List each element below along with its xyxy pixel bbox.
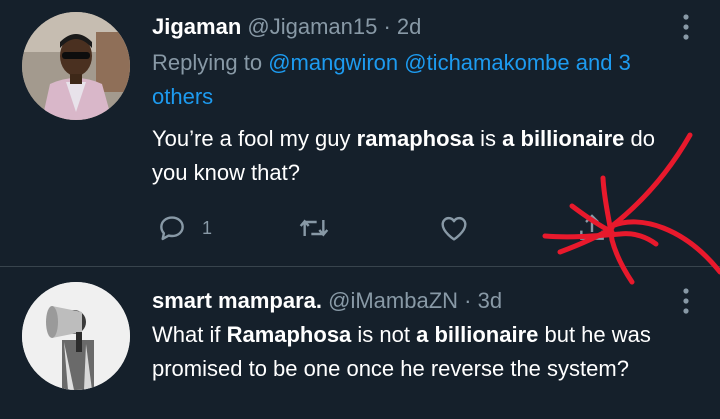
tweet[interactable]: Jigaman @Jigaman15 · 2d Replying to @man… (0, 0, 720, 267)
tweet-text: What if Ramaphosa is not a billionaire b… (152, 318, 690, 386)
retweet-button[interactable] (298, 208, 330, 248)
more-button[interactable] (682, 288, 690, 319)
text-part: What if (152, 322, 227, 347)
tweet-text: You’re a fool my guy ramaphosa is a bill… (152, 122, 690, 190)
reply-button[interactable]: 1 (156, 208, 212, 248)
tweet[interactable]: smart mampara. @iMambaZN · 3d What if Ra… (0, 268, 720, 419)
avatar-photo (22, 282, 130, 390)
share-button[interactable] (576, 208, 608, 248)
text-bold: Ramaphosa (226, 322, 352, 347)
tweet-content: Jigaman @Jigaman15 · 2d Replying to @man… (152, 12, 690, 190)
text-part: is (474, 126, 503, 151)
more-icon (683, 14, 689, 40)
tweet-content: smart mampara. @iMambaZN · 3d What if Ra… (152, 286, 690, 386)
text-bold: a billionaire (416, 322, 539, 347)
reply-count: 1 (202, 217, 213, 238)
avatar-photo (22, 12, 130, 120)
author-name[interactable]: smart mampara. (152, 288, 322, 313)
author-handle[interactable]: @Jigaman15 (247, 14, 377, 39)
text-part: You’re a fool my guy (152, 126, 357, 151)
like-icon (441, 216, 467, 241)
tweet-actions: 1 (152, 208, 632, 248)
tweet-header: Jigaman @Jigaman15 · 2d (152, 12, 690, 42)
text-part: is not (351, 322, 417, 347)
separator: · (458, 288, 478, 313)
tweet-header: smart mampara. @iMambaZN · 3d (152, 286, 690, 316)
retweet-icon (299, 219, 329, 237)
more-icon (683, 288, 689, 314)
author-handle[interactable]: @iMambaZN (328, 288, 458, 313)
more-button[interactable] (682, 14, 690, 45)
avatar[interactable] (22, 282, 130, 390)
timestamp[interactable]: 2d (397, 14, 421, 39)
author-name[interactable]: Jigaman (152, 14, 241, 39)
text-bold: ramaphosa (356, 126, 475, 151)
text-bold: a billionaire (502, 126, 625, 151)
share-icon (580, 214, 604, 240)
reply-icon (160, 216, 184, 241)
like-button[interactable] (438, 208, 470, 248)
avatar[interactable] (22, 12, 130, 120)
replying-prefix: Replying to (152, 50, 269, 75)
timestamp[interactable]: 3d (478, 288, 502, 313)
divider (0, 266, 720, 267)
replying-to: Replying to @mangwiron @tichamakombe and… (152, 46, 690, 114)
separator: · (377, 14, 397, 39)
